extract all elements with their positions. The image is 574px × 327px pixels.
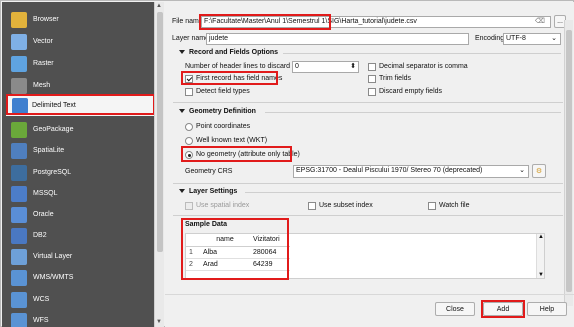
decimal-comma-label: Decimal separator is comma [379,63,468,70]
record-section-header[interactable]: Record and Fields Options [179,49,278,56]
divider [265,112,561,113]
crs-selector-icon[interactable]: ⚙ [532,164,546,178]
detect-types-label: Detect field types [196,88,250,95]
file-name-highlight [199,14,331,30]
collapse-icon [179,109,185,114]
delimited-text-panel: File name F:\Facultate\Master\Anul 1\Sem… [165,2,574,327]
subset-index-checkbox[interactable] [308,202,316,210]
spatialite-icon [11,142,27,159]
collapse-icon [179,50,185,55]
no-geometry-highlight [181,146,292,162]
vector-icon [11,33,27,50]
point-coordinates-radio[interactable] [185,123,193,131]
close-button[interactable]: Close [435,302,475,316]
sidebar-item-virtual-layer[interactable]: Virtual Layer [2,246,154,267]
form-scroll-thumb[interactable] [566,30,572,292]
detect-types-checkbox[interactable] [185,88,193,96]
postgresql-icon [11,164,27,181]
header-lines-spinbox[interactable]: 0 ⬍ [292,61,359,73]
wkt-radio[interactable] [185,137,193,145]
mssql-icon [11,185,27,202]
geometry-crs-select[interactable]: EPSG:31700 - Dealul Piscului 1970/ Stere… [293,165,529,178]
divider [283,53,561,54]
chevron-down-icon: ⌄ [551,35,557,42]
decimal-comma-checkbox[interactable] [368,63,376,71]
add-button-highlight [481,300,525,318]
form-scrollbar[interactable] [564,20,573,306]
point-coordinates-label: Point coordinates [196,123,251,130]
delimited-text-highlight [6,94,155,115]
divider [245,192,561,193]
sidebar-item-mssql[interactable]: MSSQL [2,183,154,204]
subset-index-label: Use subset index [319,202,373,209]
discard-empty-checkbox[interactable] [368,88,376,96]
first-record-highlight [181,71,278,85]
spatial-index-checkbox[interactable] [185,202,193,210]
oracle-icon [11,206,27,223]
chevron-down-icon: ⌄ [519,167,525,174]
wms-icon [11,269,27,286]
layer-settings-header[interactable]: Layer Settings [179,188,237,195]
sidebar-item-db2[interactable]: DB2 [2,225,154,246]
discard-empty-label: Discard empty fields [379,88,443,95]
browser-icon [11,11,27,28]
raster-icon [11,55,27,72]
watch-file-label: Watch file [439,202,470,209]
scroll-down-icon: ▼ [538,272,544,278]
collapse-icon [179,189,185,194]
geometry-section-header[interactable]: Geometry Definition [179,108,256,115]
scroll-up-icon: ▲ [538,234,544,240]
db2-icon [11,227,27,244]
layer-name-label: Layer name [172,35,209,42]
watch-file-checkbox[interactable] [428,202,436,210]
wcs-icon [11,291,27,308]
geometry-crs-label: Geometry CRS [185,168,233,175]
scroll-down-icon[interactable]: ▼ [156,319,162,325]
encoding-label: Encoding [475,35,505,42]
divider [173,215,563,216]
sidebar-item-browser[interactable]: Browser [2,9,154,30]
sidebar-item-wfs[interactable]: WFS [2,310,154,327]
wfs-icon [11,312,27,327]
virtual-layer-icon [11,248,27,265]
encoding-select[interactable]: UTF-8 ⌄ [503,33,561,45]
trim-fields-label: Trim fields [379,75,412,82]
data-source-manager-window: Browser Vector Raster Mesh Delimited Tex… [0,0,574,327]
mesh-icon [11,77,27,94]
spatial-index-label: Use spatial index [196,202,250,209]
layer-name-field[interactable]: judete [206,33,469,45]
wkt-label: Well known text (WKT) [196,137,268,144]
help-button[interactable]: Help [527,302,567,316]
scroll-up-icon[interactable]: ▲ [156,3,162,9]
divider [173,102,563,103]
sidebar-scroll-thumb[interactable] [157,12,163,252]
source-sidebar: Browser Vector Raster Mesh Delimited Tex… [2,2,154,327]
sidebar-item-vector[interactable]: Vector [2,31,154,52]
sidebar-item-oracle[interactable]: Oracle [2,204,154,225]
divider [173,183,563,184]
sample-scrollbar[interactable]: ▲ ▼ [536,234,544,278]
sidebar-scrollbar[interactable]: ▲ ▼ [154,2,164,327]
sidebar-item-geopackage[interactable]: GeoPackage [2,119,154,140]
clear-icon[interactable]: ⌫ [535,17,545,25]
spin-icon: ⬍ [350,63,356,70]
sidebar-item-mesh[interactable]: Mesh [2,75,154,96]
header-lines-label: Number of header lines to discard [185,63,291,70]
sidebar-item-wms-wmts[interactable]: WMS/WMTS [2,267,154,288]
trim-fields-checkbox[interactable] [368,75,376,83]
sidebar-item-wcs[interactable]: WCS [2,289,154,310]
divider [165,294,574,295]
sidebar-item-postgresql[interactable]: PostgreSQL [2,162,154,183]
geopackage-icon [11,121,27,138]
sample-data-highlight [181,218,289,280]
sidebar-item-spatialite[interactable]: SpatiaLite [2,140,154,161]
sidebar-item-raster[interactable]: Raster [2,53,154,74]
